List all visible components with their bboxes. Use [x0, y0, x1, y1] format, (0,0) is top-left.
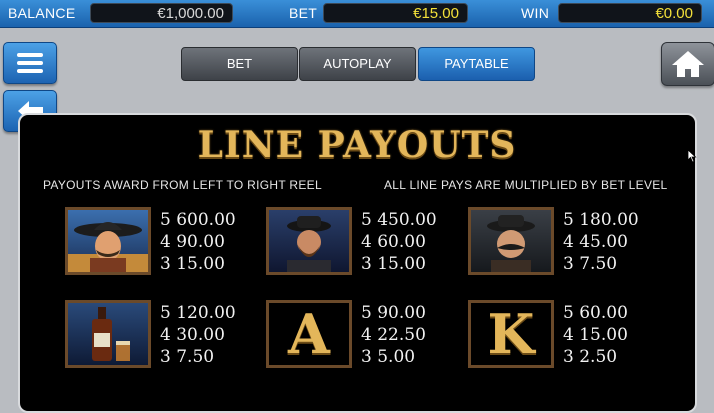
pay-4-of-kind: 4 30.00	[160, 325, 225, 345]
mouse-cursor-icon	[687, 149, 697, 163]
win-value: €0.00	[558, 3, 702, 23]
pay-4-of-kind: 4 90.00	[160, 232, 225, 252]
letter-a-payouts: 5 90.00 4 22.50 3 5.00	[361, 302, 426, 368]
pay-5-of-kind: 5 600.00	[160, 210, 236, 230]
paytable-title: LINE PAYOUTS	[197, 124, 517, 166]
letter-k-glyph: K	[487, 302, 535, 366]
home-button[interactable]	[661, 42, 714, 86]
outlaw-payouts: 5 450.00 4 60.00 3 15.00	[361, 209, 437, 275]
tab-autoplay[interactable]: AUTOPLAY	[299, 47, 416, 81]
pay-3-of-kind: 3 5.00	[361, 347, 416, 367]
pay-3-of-kind: 3 7.50	[160, 347, 215, 367]
sheriff-payouts: 5 180.00 4 45.00 3 7.50	[563, 209, 639, 275]
balance-label: BALANCE	[8, 5, 76, 21]
pay-5-of-kind: 5 180.00	[563, 210, 639, 230]
pay-4-of-kind: 4 22.50	[361, 325, 426, 345]
cowboy-payouts: 5 600.00 4 90.00 3 15.00	[160, 209, 236, 275]
pay-5-of-kind: 5 60.00	[563, 303, 628, 323]
letter-a-icon: A	[266, 300, 352, 368]
pay-3-of-kind: 3 7.50	[563, 254, 618, 274]
letter-k-payouts: 5 60.00 4 15.00 3 2.50	[563, 302, 628, 368]
bet-level-note: ALL LINE PAYS ARE MULTIPLIED BY BET LEVE…	[384, 178, 668, 192]
cowboy-sombrero-icon	[65, 207, 151, 275]
bearded-outlaw-icon	[266, 207, 352, 275]
pay-4-of-kind: 4 60.00	[361, 232, 426, 252]
menu-icon-bar	[17, 69, 43, 73]
top-status-bar: BALANCE €1,000.00 BET €15.00 WIN €0.00	[0, 0, 714, 28]
pay-4-of-kind: 4 15.00	[563, 325, 628, 345]
pay-4-of-kind: 4 45.00	[563, 232, 628, 252]
letter-a-glyph: A	[288, 302, 330, 366]
whiskey-bottle-icon	[65, 300, 151, 368]
letter-k-icon: K	[468, 300, 554, 368]
tab-bet[interactable]: BET	[181, 47, 298, 81]
pay-3-of-kind: 3 15.00	[160, 254, 225, 274]
bet-value: €15.00	[323, 3, 468, 23]
balance-value: €1,000.00	[90, 3, 233, 23]
pay-3-of-kind: 3 15.00	[361, 254, 426, 274]
pay-5-of-kind: 5 90.00	[361, 303, 426, 323]
tab-paytable[interactable]: PAYTABLE	[418, 47, 535, 81]
pay-5-of-kind: 5 450.00	[361, 210, 437, 230]
payout-direction-note: PAYOUTS AWARD FROM LEFT TO RIGHT REEL	[43, 178, 322, 192]
home-icon	[672, 51, 704, 77]
mustache-sheriff-icon	[468, 207, 554, 275]
win-label: WIN	[521, 5, 550, 21]
whiskey-payouts: 5 120.00 4 30.00 3 7.50	[160, 302, 236, 368]
pay-3-of-kind: 3 2.50	[563, 347, 618, 367]
menu-icon-bar	[17, 61, 43, 65]
bet-label: BET	[289, 5, 318, 21]
pay-5-of-kind: 5 120.00	[160, 303, 236, 323]
menu-button[interactable]	[3, 42, 57, 84]
menu-icon	[17, 53, 43, 57]
